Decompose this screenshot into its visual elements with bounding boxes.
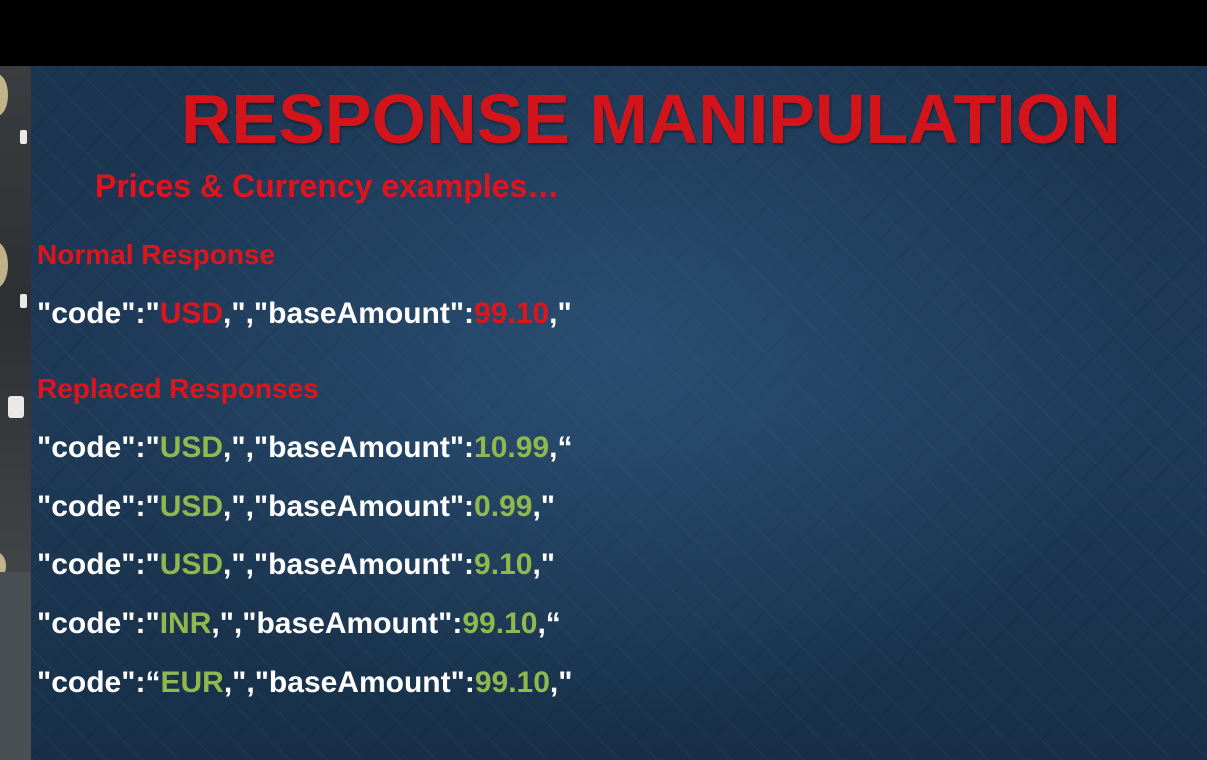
code-middle: ,","baseAmount": (211, 607, 463, 640)
slide-title: RESPONSE MANIPULATION (181, 80, 1121, 158)
code-suffix: ," (532, 548, 555, 581)
code-prefix: "code":" (37, 431, 160, 464)
strip-mark-2 (20, 294, 27, 308)
replaced-response-line-3: "code":"USD,","baseAmount":9.10," (37, 550, 555, 580)
top-black-bar (0, 0, 1207, 66)
code-middle: ,","baseAmount": (223, 297, 475, 330)
normal-response-heading: Normal Response (37, 239, 276, 270)
strip-thumbnail-2 (0, 242, 8, 288)
base-amount: 99.10 (474, 297, 550, 330)
code-middle: ,","baseAmount": (223, 548, 475, 581)
base-amount: 99.10 (462, 607, 538, 640)
presentation-slide: RESPONSE MANIPULATION Prices & Currency … (31, 66, 1207, 760)
code-suffix: ,“ (549, 431, 573, 464)
base-amount: 0.99 (474, 490, 533, 523)
base-amount: 99.10 (474, 666, 550, 699)
code-suffix: ," (532, 490, 555, 523)
slide-subtitle: Prices & Currency examples… (95, 168, 560, 204)
code-suffix: ,“ (537, 607, 561, 640)
code-prefix: "code":" (37, 297, 160, 330)
video-frame: RESPONSE MANIPULATION Prices & Currency … (0, 0, 1207, 760)
base-amount: 9.10 (474, 548, 533, 581)
normal-response-line: "code":"USD,","baseAmount":99.10," (37, 299, 572, 329)
code-middle: ,","baseAmount": (223, 431, 475, 464)
base-amount: 10.99 (474, 431, 550, 464)
code-suffix: ," (549, 297, 572, 330)
code-prefix: "code":" (37, 490, 160, 523)
currency-code: EUR (160, 666, 224, 699)
replaced-response-line-5: "code":“EUR,","baseAmount":99.10," (37, 668, 572, 698)
replaced-response-line-2: "code":"USD,","baseAmount":0.99," (37, 492, 555, 522)
code-middle: ,","baseAmount": (223, 666, 475, 699)
code-prefix: "code":" (37, 548, 160, 581)
code-middle: ,","baseAmount": (223, 490, 475, 523)
strip-mark-1 (20, 130, 27, 144)
code-prefix: "code":“ (37, 666, 161, 699)
left-video-strip (0, 66, 31, 760)
replaced-response-line-1: "code":"USD,","baseAmount":10.99,“ (37, 433, 572, 463)
currency-code: INR (159, 607, 212, 640)
strip-thumbnail-1 (0, 74, 8, 116)
code-prefix: "code":" (37, 607, 160, 640)
currency-code: USD (159, 431, 224, 464)
replaced-response-line-4: "code":"INR,","baseAmount":99.10,“ (37, 609, 561, 639)
replaced-responses-heading: Replaced Responses (37, 373, 319, 404)
strip-mark-3 (8, 396, 24, 418)
strip-panel (0, 572, 31, 760)
currency-code: USD (159, 297, 224, 330)
currency-code: USD (159, 548, 224, 581)
currency-code: USD (159, 490, 224, 523)
code-suffix: ," (549, 666, 573, 699)
